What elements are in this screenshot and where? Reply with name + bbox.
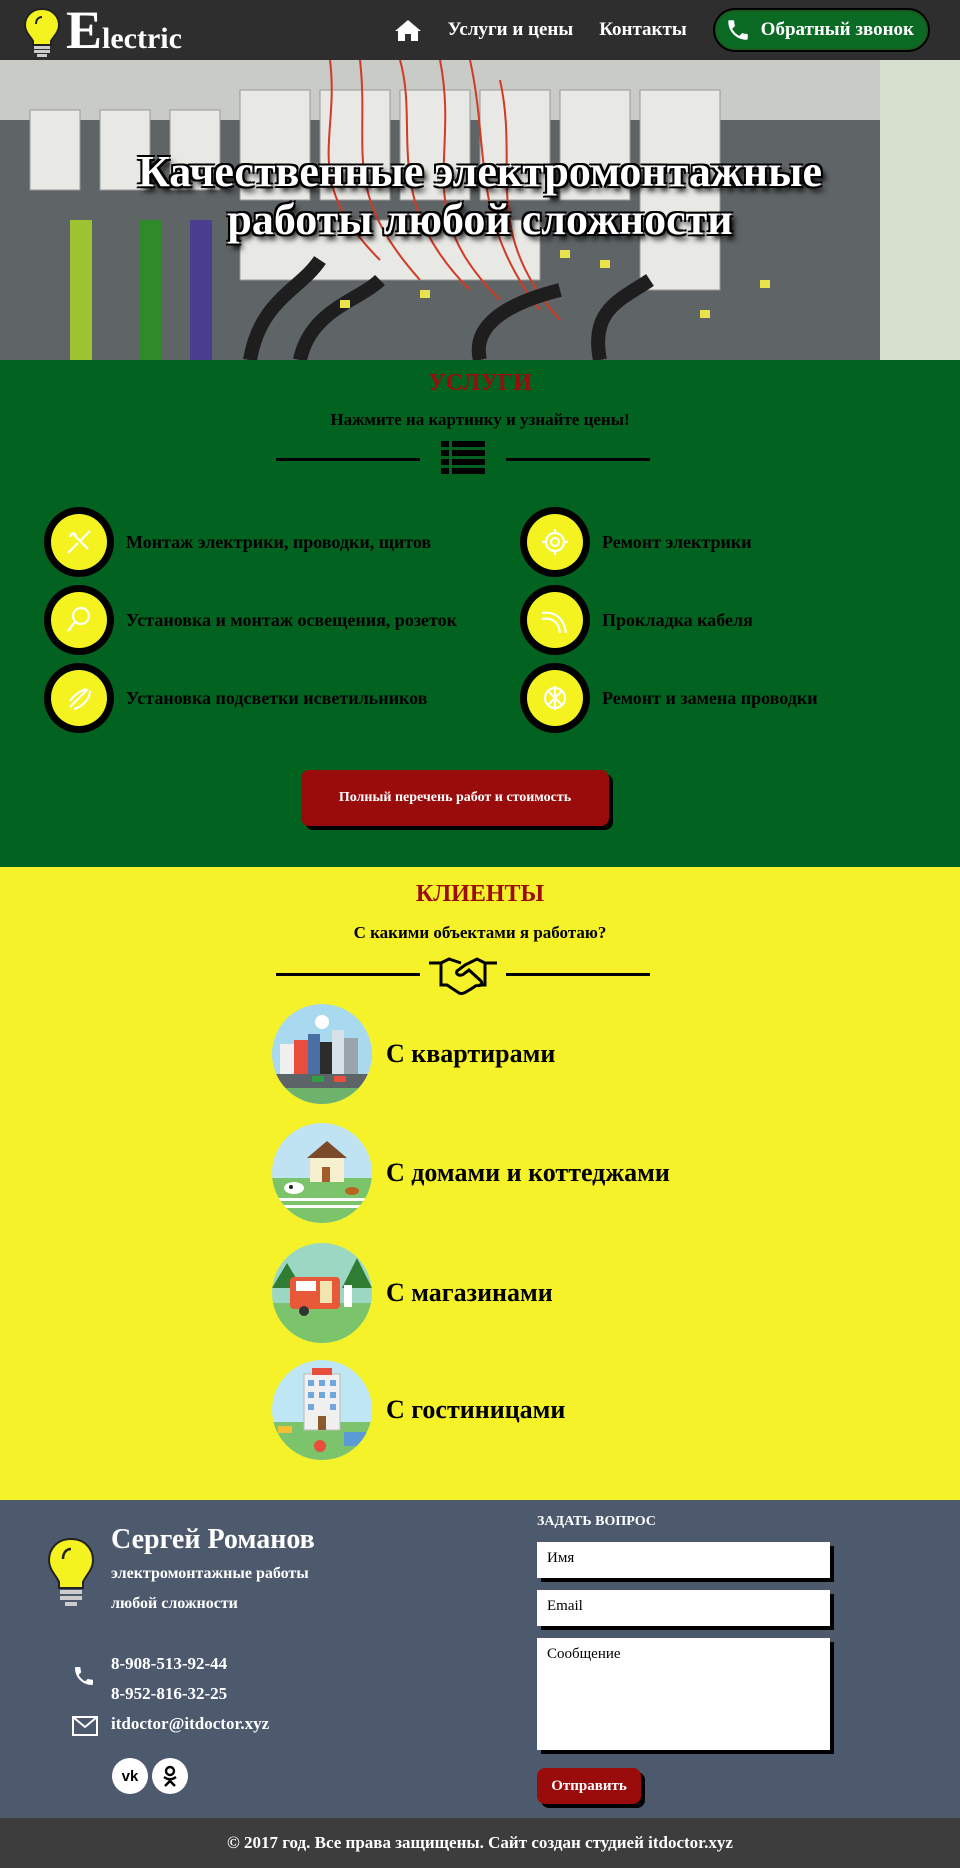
hero-title-line1: Качественные электромонтажные [137,147,823,196]
phone-icon [75,1667,93,1685]
service-item[interactable]: Прокладка кабеля [520,585,753,655]
client-item[interactable]: С магазинами [272,1243,553,1343]
phone-icon [727,20,748,40]
services-title: УСЛУГИ [428,370,532,396]
email-link[interactable]: itdoctor@itdoctor.xyz [111,1714,269,1734]
home-icon[interactable] [394,18,422,42]
client-item[interactable]: С домами и коттеджами [272,1123,670,1223]
hotel-icon [272,1360,372,1460]
owner-desc-line2: любой сложности [111,1595,238,1612]
handshake-icon [429,957,497,995]
client-item[interactable]: С гостиницами [272,1360,565,1460]
divider-line-left [276,458,420,461]
phone-link-2[interactable]: 8-952-816-32-25 [111,1684,227,1704]
city-buildings-icon [272,1004,372,1104]
service-icon-circle [520,585,590,655]
lightbulb-icon [67,606,91,632]
cable-icon [541,611,568,634]
service-icon-circle [44,507,114,577]
hero-banner: Качественные электромонтажные работы любо… [0,60,960,360]
shop-trailer-icon [272,1243,372,1343]
site-header: Electric Услуги и цены Контакты Обратный… [0,0,960,60]
client-image [272,1123,372,1223]
service-item[interactable]: Монтаж электрики, проводки, щитов [44,507,431,577]
hero-title-line2: работы любой сложности [227,195,733,244]
submit-button[interactable]: Отправить [537,1768,641,1804]
services-divider [276,438,650,482]
logo-text: Electric [66,3,182,57]
name-field[interactable]: Имя [537,1542,830,1578]
divider-line-right [506,973,650,976]
hero-title: Качественные электромонтажные работы любо… [0,148,960,244]
message-field[interactable]: Сообщение [537,1638,830,1750]
client-item[interactable]: С квартирами [272,1004,555,1104]
wiring-icon [543,686,567,710]
email-icon [72,1716,98,1736]
main-nav: Услуги и цены Контакты Обратный звонок [394,0,930,60]
ask-question-title: ЗАДАТЬ ВОПРОС [537,1514,656,1529]
clients-title: КЛИЕНТЫ [415,881,545,907]
owner-name: Сергей Романов [111,1524,315,1555]
phone-link-1[interactable]: 8-908-513-92-44 [111,1654,227,1674]
odnoklassniki-icon[interactable] [152,1758,188,1794]
service-label: Ремонт электрики [602,531,752,552]
pliers-icon [67,530,91,554]
client-image [272,1004,372,1104]
client-label: С гостиницами [386,1395,566,1424]
lamp-icon [69,687,92,711]
callback-button[interactable]: Обратный звонок [712,8,930,52]
divider-line-right [506,458,650,461]
logo-letter: E [66,0,103,60]
service-label: Ремонт и замена проводки [602,687,818,708]
clients-subtitle: С какими объектами я работаю? [353,923,607,942]
service-item[interactable]: Ремонт и замена проводки [520,663,818,733]
wire-coil-icon [542,529,568,555]
client-label: С магазинами [386,1278,553,1307]
ok-glyph [163,1765,177,1787]
clients-divider [276,953,650,997]
copyright-bar: © 2017 год. Все права защищены. Сайт соз… [0,1818,960,1868]
divider-line-left [276,973,420,976]
service-label: Монтаж электрики, проводки, щитов [126,531,432,552]
callback-label: Обратный звонок [760,19,914,40]
service-icon-circle [520,663,590,733]
service-label: Установка подсветки исветильников [126,687,428,708]
service-item[interactable]: Установка и монтаж освещения, розеток [44,585,457,655]
nav-services-link[interactable]: Услуги и цены [448,19,574,41]
services-section: УСЛУГИ Нажмите на картинку и узнайте цен… [0,360,960,867]
service-icon-circle [520,507,590,577]
service-icon-circle [44,585,114,655]
clients-section: КЛИЕНТЫ С какими объектами я работаю? С … [0,867,960,1500]
lightbulb-logo-icon [47,1537,95,1606]
client-label: С квартирами [386,1039,556,1068]
client-label: С домами и коттеджами [386,1158,670,1187]
services-subtitle: Нажмите на картинку и узнайте цены! [330,410,630,429]
client-image [272,1360,372,1460]
site-footer: Сергей Романов электромонтажные работы л… [0,1500,960,1818]
logo-word: lectric [102,22,182,55]
nav-contacts-link[interactable]: Контакты [599,19,686,41]
vk-icon[interactable]: vk [112,1758,148,1794]
full-price-list-button[interactable]: Полный перечень работ и стоимость [301,770,609,826]
country-house-icon [272,1123,372,1223]
service-icon-circle [44,663,114,733]
email-field[interactable]: Email [537,1590,830,1626]
service-item[interactable]: Установка подсветки исветильников [44,663,427,733]
service-item[interactable]: Ремонт электрики [520,507,752,577]
list-icon [441,441,485,474]
owner-desc-line1: электромонтажные работы [111,1565,309,1582]
lightbulb-logo-icon [23,7,61,57]
service-label: Установка и монтаж освещения, розеток [126,609,458,630]
client-image [272,1243,372,1343]
logo[interactable]: Electric [22,2,182,58]
service-label: Прокладка кабеля [602,609,753,630]
